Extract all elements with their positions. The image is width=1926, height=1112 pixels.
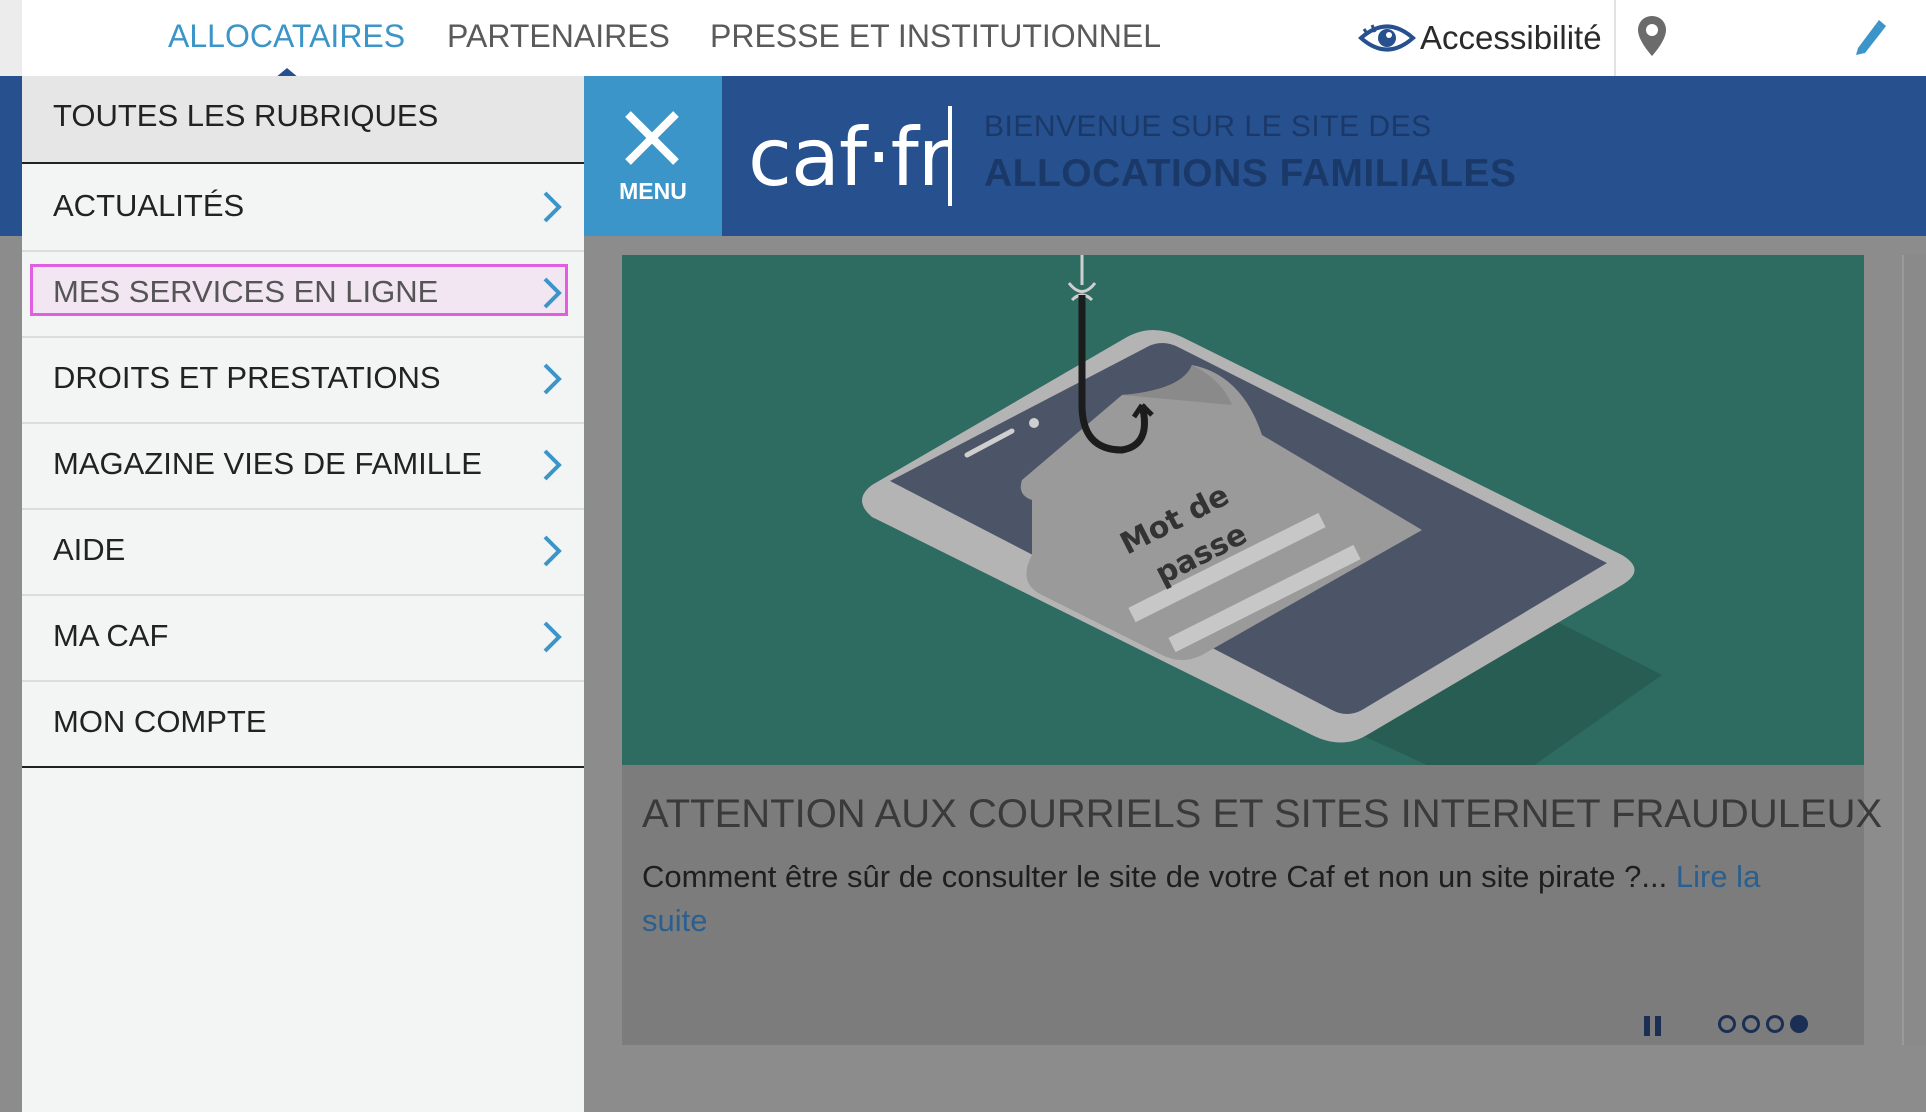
chevron-right-icon (543, 535, 562, 567)
chevron-right-icon (543, 277, 562, 309)
welcome-line-1: BIENVENUE SUR LE SITE DES (984, 110, 1432, 143)
logo-separator (948, 106, 952, 206)
tab-label: PRESSE ET INSTITUTIONNEL (710, 18, 1162, 54)
tab-presse-institutionnel[interactable]: PRESSE ET INSTITUTIONNEL (710, 16, 1161, 56)
sidebar-item-mes-services-en-ligne[interactable]: MES SERVICES EN LIGNE (22, 250, 584, 338)
chevron-right-icon (543, 621, 562, 653)
carousel-dot[interactable] (1742, 1015, 1760, 1033)
next-slide-edge (1902, 255, 1926, 1045)
pause-icon[interactable] (1642, 1015, 1664, 1037)
accessibility-link[interactable]: Accessibilité (1358, 16, 1602, 60)
pencil-icon[interactable] (1852, 18, 1886, 56)
sidebar-item-label: AIDE (53, 532, 126, 567)
caf-logo[interactable]: caf·fr (748, 112, 951, 204)
sidebar-item-magazine[interactable]: MAGAZINE VIES DE FAMILLE (22, 422, 584, 510)
location-pin-icon[interactable] (1636, 14, 1668, 58)
sidebar-item-all-rubriques[interactable]: TOUTES LES RUBRIQUES (22, 76, 584, 164)
sidebar-item-label: MES SERVICES EN LIGNE (53, 274, 439, 309)
sidebar-item-droits-prestations[interactable]: DROITS ET PRESTATIONS (22, 336, 584, 424)
carousel-dot[interactable] (1766, 1015, 1784, 1033)
tab-partenaires[interactable]: PARTENAIRES (447, 16, 670, 56)
sidebar-item-label: MON COMPTE (53, 704, 267, 739)
sidebar-item-ma-caf[interactable]: MA CAF (22, 594, 584, 682)
news-carousel: Mot de passe ATTENTION AUX COURRIELS ET … (622, 255, 1882, 1045)
eye-icon (1358, 24, 1416, 52)
sidebar-item-mon-compte[interactable]: MON COMPTE (22, 680, 584, 768)
accessibility-label: Accessibilité (1420, 19, 1602, 56)
sidebar-item-label: MA CAF (53, 618, 169, 653)
tab-allocataires[interactable]: ALLOCATAIRES (168, 16, 406, 78)
sidebar-item-label: TOUTES LES RUBRIQUES (53, 98, 439, 133)
menu-label: MENU (619, 178, 687, 204)
menu-close-button[interactable]: MENU (584, 76, 722, 236)
chevron-right-icon (543, 191, 562, 223)
close-icon (625, 111, 679, 165)
left-gutter (0, 0, 22, 76)
phishing-illustration[interactable]: Mot de passe (622, 255, 1864, 765)
welcome-line-2: ALLOCATIONS FAMILIALES (984, 152, 1517, 195)
carousel-dot[interactable] (1718, 1015, 1736, 1033)
top-separator (1614, 0, 1616, 76)
sidebar-item-label: ACTUALITÉS (53, 188, 245, 223)
tab-label: PARTENAIRES (447, 18, 670, 54)
slide-title[interactable]: ATTENTION AUX COURRIELS ET SITES INTERNE… (642, 792, 1882, 837)
sidebar-item-label: MAGAZINE VIES DE FAMILLE (53, 446, 482, 481)
slide-summary: Comment être sûr de consulter le site de… (642, 855, 1822, 943)
chevron-right-icon (543, 449, 562, 481)
tab-label: ALLOCATAIRES (168, 18, 406, 54)
carousel-dot-active[interactable] (1790, 1015, 1808, 1033)
sidebar-item-aide[interactable]: AIDE (22, 508, 584, 596)
top-navigation: ALLOCATAIRES PARTENAIRES PRESSE ET INSTI… (0, 0, 1926, 78)
carousel-dots (1718, 1015, 1808, 1033)
slide-text: Comment être sûr de consulter le site de… (642, 859, 1668, 894)
sidebar-item-label: DROITS ET PRESTATIONS (53, 360, 441, 395)
sidebar-item-actualites[interactable]: ACTUALITÉS (22, 164, 584, 252)
sidebar-menu: TOUTES LES RUBRIQUES ACTUALITÉS MES SERV… (22, 76, 584, 1112)
chevron-right-icon (543, 363, 562, 395)
